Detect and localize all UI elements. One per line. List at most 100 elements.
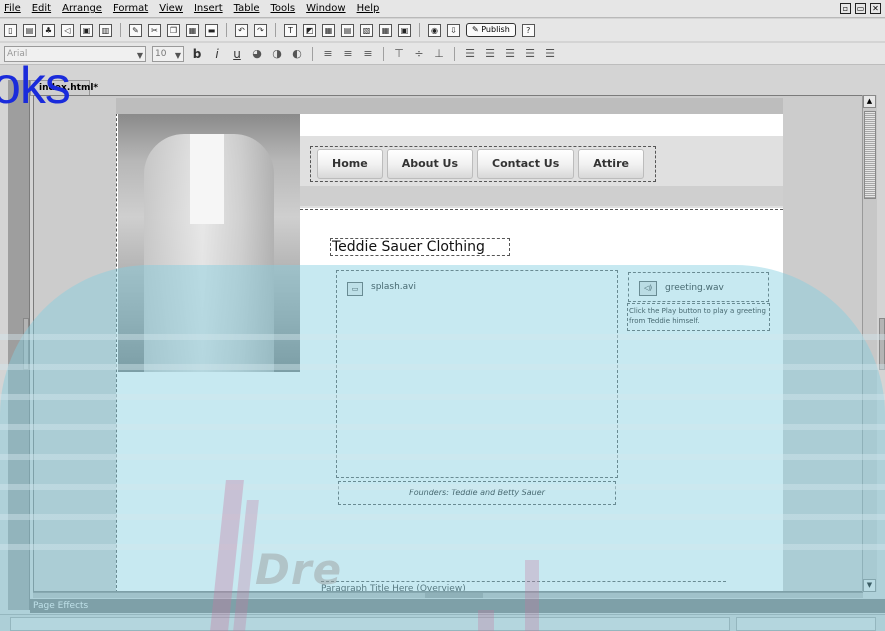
scroll-up-arrow-icon[interactable]: ▲ <box>863 95 876 108</box>
new-document-icon[interactable]: ▯ <box>4 23 17 37</box>
nav-about-button[interactable]: About Us <box>386 149 474 179</box>
vertical-scrollbar[interactable]: ▲ ▼ <box>862 95 877 592</box>
video-caption[interactable]: Founders: Teddie and Betty Sauer <box>338 481 616 505</box>
audio-placeholder[interactable]: ◁) greeting.wav <box>628 272 769 302</box>
menu-table[interactable]: Table <box>234 3 260 14</box>
align-center-icon[interactable]: ≡ <box>341 47 355 60</box>
nav-attire-button[interactable]: Attire <box>578 149 644 179</box>
page-effects-panel-header[interactable]: Page Effects <box>30 599 885 613</box>
open-icon[interactable]: ◁ <box>61 23 74 37</box>
format-painter-icon[interactable]: ✎ <box>129 23 142 37</box>
cut-icon[interactable]: ✂ <box>148 23 161 37</box>
text-box-icon[interactable]: T <box>284 23 297 37</box>
site-icon[interactable]: ♣ <box>42 23 55 37</box>
align-right-icon[interactable]: ≡ <box>361 47 375 60</box>
paste-icon[interactable]: ▦ <box>186 23 199 37</box>
indent-icon[interactable]: ☰ <box>523 47 537 60</box>
navigation-bar[interactable]: Home About Us Contact Us Attire <box>310 146 656 182</box>
window-controls: ▫ ▭ ✕ <box>840 3 881 14</box>
publish-label: Publish <box>481 25 510 34</box>
audio-description[interactable]: Click the Play button to play a greeting… <box>627 303 770 331</box>
app-window: File Edit Arrange Format View Insert Tab… <box>0 0 885 631</box>
toolbar-separator <box>419 23 420 37</box>
font-size-value: 10 <box>155 48 167 59</box>
paragraph-title[interactable]: Paragraph Title Here (Overview) <box>321 581 726 591</box>
preview-icon[interactable]: ⇩ <box>447 23 460 37</box>
media-icon[interactable]: ▧ <box>360 23 373 37</box>
content-divider <box>300 209 783 210</box>
speaker-icon: ◁) <box>639 281 657 296</box>
status-cell-main <box>10 617 730 631</box>
delete-icon[interactable]: ▬ <box>205 23 218 37</box>
restore-icon[interactable]: ▭ <box>855 3 866 14</box>
watermark-bar <box>478 610 494 631</box>
list-options-icon[interactable]: ☰ <box>543 47 557 60</box>
site-title[interactable]: Teddie Sauer Clothing <box>330 238 510 256</box>
menu-bar: File Edit Arrange Format View Insert Tab… <box>0 0 885 18</box>
highlight-icon[interactable]: ◑ <box>270 47 284 60</box>
scroll-down-arrow-icon[interactable]: ▼ <box>863 579 876 592</box>
audio-file-name: greeting.wav <box>665 283 724 293</box>
bold-button[interactable]: b <box>190 47 204 61</box>
menu-help[interactable]: Help <box>357 3 380 14</box>
italic-button[interactable]: i <box>210 47 224 61</box>
scroll-thumb[interactable] <box>864 111 876 199</box>
right-panel-handle[interactable] <box>879 318 885 370</box>
valign-middle-icon[interactable]: ÷ <box>412 47 426 60</box>
numbered-list-icon[interactable]: ☰ <box>483 47 497 60</box>
standard-toolbar: ▯ ▤ ♣ ◁ ▣ ▥ ✎ ✂ ❐ ▦ ▬ ↶ ↷ T ◩ ▦ ▤ ▧ ▦ ▣ … <box>0 19 885 41</box>
toolbar-separator <box>226 23 227 37</box>
page-boundary <box>116 98 117 591</box>
design-canvas[interactable]: Home About Us Contact Us Attire Teddie S… <box>33 95 863 592</box>
status-bar <box>0 614 885 631</box>
outdent-icon[interactable]: ☰ <box>503 47 517 60</box>
bullet-list-icon[interactable]: ☰ <box>463 47 477 60</box>
chevron-down-icon: ▼ <box>136 50 143 60</box>
panel-resize-handle[interactable] <box>23 318 29 370</box>
menu-edit[interactable]: Edit <box>32 3 51 14</box>
copy-icon[interactable]: ❐ <box>167 23 180 37</box>
video-placeholder[interactable]: ▭ splash.avi <box>336 270 618 478</box>
menu-file[interactable]: File <box>4 3 21 14</box>
print-icon[interactable]: ▥ <box>99 23 112 37</box>
web-page[interactable]: Home About Us Contact Us Attire Teddie S… <box>116 98 783 591</box>
menu-window[interactable]: Window <box>306 3 345 14</box>
menu-format[interactable]: Format <box>113 3 148 14</box>
undo-icon[interactable]: ↶ <box>235 23 248 37</box>
panel-splitter[interactable] <box>33 592 863 598</box>
video-file-name: splash.avi <box>371 282 417 292</box>
menu-view[interactable]: View <box>159 3 183 14</box>
text-color-icon[interactable]: ◕ <box>250 47 264 60</box>
underline-button[interactable]: u <box>230 47 244 61</box>
watermark-text: oks <box>0 57 71 115</box>
nav-home-button[interactable]: Home <box>317 149 383 179</box>
splitter-grip[interactable] <box>425 593 483 598</box>
menu-arrange[interactable]: Arrange <box>62 3 102 14</box>
image-icon[interactable]: ◩ <box>303 23 316 37</box>
table-icon[interactable]: ▦ <box>322 23 335 37</box>
hero-photo[interactable] <box>118 114 300 372</box>
menu-tools[interactable]: Tools <box>271 3 296 14</box>
new-page-icon[interactable]: ▤ <box>23 23 36 37</box>
valign-top-icon[interactable]: ⊤ <box>392 47 406 60</box>
close-icon[interactable]: ✕ <box>870 3 881 14</box>
globe-icon[interactable]: ◉ <box>428 23 441 37</box>
valign-bottom-icon[interactable]: ⊥ <box>432 47 446 60</box>
redo-icon[interactable]: ↷ <box>254 23 267 37</box>
status-cell-right <box>736 617 876 631</box>
save-icon[interactable]: ▣ <box>80 23 93 37</box>
layout-icon[interactable]: ▦ <box>379 23 392 37</box>
font-size-select[interactable]: 10 ▼ <box>152 45 184 62</box>
link-icon[interactable]: ▣ <box>398 23 411 37</box>
align-left-icon[interactable]: ≡ <box>321 47 335 60</box>
minimize-icon[interactable]: ▫ <box>840 3 851 14</box>
toolbar-separator <box>383 46 384 61</box>
form-icon[interactable]: ▤ <box>341 23 354 37</box>
photo-shirt <box>190 134 224 224</box>
nav-contact-button[interactable]: Contact Us <box>477 149 575 179</box>
style-icon[interactable]: ◐ <box>290 47 304 60</box>
help-icon[interactable]: ? <box>521 23 535 37</box>
publish-button[interactable]: ✎ Publish <box>466 23 516 37</box>
watermark-faint-text: Dre <box>255 545 343 594</box>
menu-insert[interactable]: Insert <box>194 3 223 14</box>
